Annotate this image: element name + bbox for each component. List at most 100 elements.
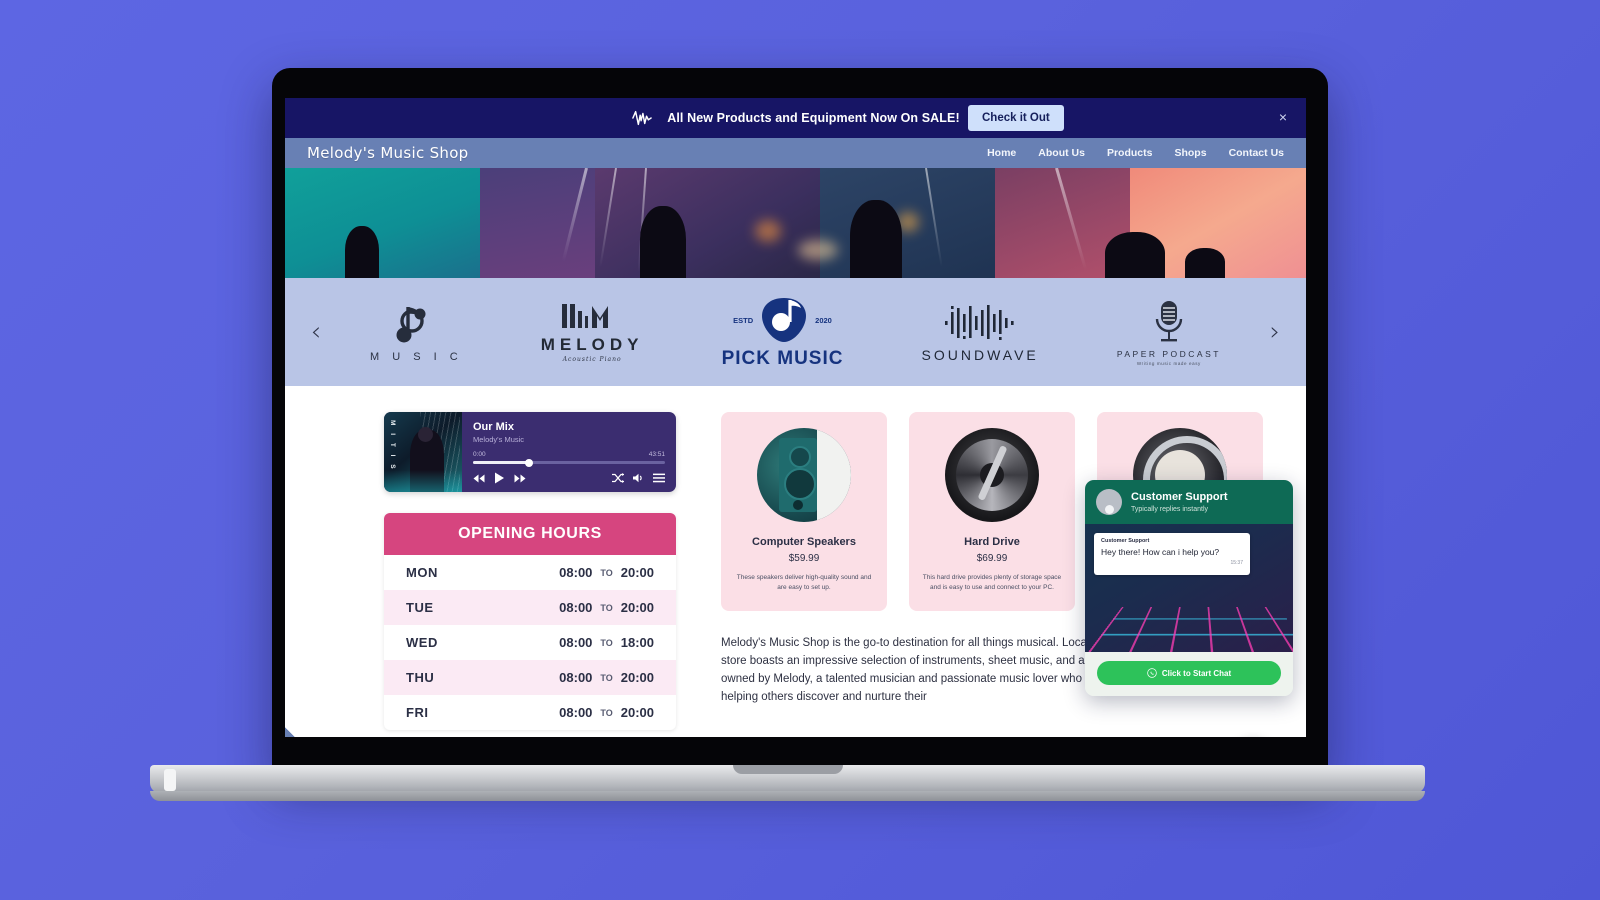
table-row: THU 08:00 TO 20:00 [384,660,676,695]
nav-item-home[interactable]: Home [987,147,1016,159]
soundwave-bars-logo-icon [945,304,1014,340]
site-brand[interactable]: Melody's Music Shop [307,144,469,162]
settings-corner[interactable] [285,727,361,737]
hours-open: 08:00 [559,565,593,580]
chat-message-sender: Customer Support [1101,538,1150,544]
play-icon[interactable] [494,472,505,484]
close-icon[interactable]: × [1274,108,1292,126]
table-row: TUE 08:00 TO 20:00 [384,590,676,625]
computer-speakers-photo [757,428,851,522]
product-description: This hard drive provides plenty of stora… [922,574,1062,592]
nav-item-shops[interactable]: Shops [1174,147,1206,159]
hard-drive-photo [945,428,1039,522]
announcement-bar: All New Products and Equipment Now On SA… [285,98,1306,138]
start-chat-label: Click to Start Chat [1161,668,1232,678]
logo-paper-podcast[interactable]: PAPER PODCAST Writing music made easy [1117,299,1221,366]
table-row: FRI 08:00 TO 20:00 [384,695,676,730]
forward-icon[interactable] [514,474,526,483]
logo-pick-music[interactable]: ESTD 2020 PICK MUSIC [722,294,844,370]
chat-header: Customer Support Typically replies insta… [1085,480,1293,524]
hours-open: 08:00 [559,635,593,650]
player-progress-bar[interactable] [473,458,665,467]
chat-footer: Click to Start Chat [1085,652,1293,696]
table-row: WED 08:00 TO 18:00 [384,625,676,660]
logo-paper-podcast-subcaption: Writing music made easy [1136,360,1201,366]
microphone-logo-icon [1155,300,1183,341]
hours-open: 08:00 [559,670,593,685]
hours-day: MON [406,565,438,580]
logo-melody-subcaption: Acoustic Piano [562,355,622,363]
rewind-icon[interactable] [473,474,485,483]
hours-separator: TO [600,637,613,648]
logo-pick-music-caption: PICK MUSIC [721,348,844,369]
player-progress-handle[interactable] [524,458,533,467]
hours-close: 20:00 [620,565,654,580]
shuffle-icon[interactable] [612,473,624,483]
logo-pick-music-year: 2020 [815,315,832,325]
logo-melody[interactable]: MELODY Acoustic Piano [541,302,644,363]
logo-music-caption: M U S I C [370,351,463,363]
nav-item-contact-us[interactable]: Contact Us [1229,147,1284,159]
laptop-base-edge [164,769,176,791]
hours-separator: TO [600,707,613,718]
table-row: MON 08:00 TO 20:00 [384,555,676,590]
music-player: M I T I S Our Mix Melody's Music 0:00 43… [384,412,676,492]
soundwave-icon [632,110,653,126]
carousel-next-arrow[interactable]: › [1260,315,1290,349]
product-price: $69.99 [976,553,1008,564]
start-chat-button[interactable]: Click to Start Chat [1097,661,1281,685]
player-duration: 43:51 [648,451,665,458]
hours-separator: TO [600,672,613,683]
logo-soundwave-caption: SOUNDWAVE [921,346,1039,363]
left-column: M I T I S Our Mix Melody's Music 0:00 43… [384,412,676,730]
chat-subtitle: Typically replies instantly [1131,506,1209,514]
album-art-text: M I T I S [389,420,396,472]
laptop-base [150,765,1425,801]
product-card[interactable]: Computer Speakers $59.99 These speakers … [721,412,887,612]
chat-message-time: 15:37 [1230,560,1243,566]
laptop-base-notch [732,765,843,774]
player-current-time: 0:00 [473,451,486,458]
hours-close: 20:00 [620,705,654,720]
logo-soundwave[interactable]: SOUNDWAVE [922,302,1039,363]
product-description: These speakers deliver high-quality soun… [736,574,872,592]
product-name: Hard Drive [964,536,1020,548]
nav-item-about-us[interactable]: About Us [1038,147,1085,159]
whatsapp-icon [1147,668,1157,678]
hours-close: 20:00 [620,600,654,615]
playlist-icon[interactable] [653,473,665,483]
browser-viewport: All New Products and Equipment Now On SA… [285,98,1306,737]
player-artist: Melody's Music [473,435,525,444]
chat-title: Customer Support [1131,490,1228,503]
product-card[interactable]: Hard Drive $69.99 This hard drive provid… [909,412,1075,612]
nav-links: Home About Us Products Shops Contact Us [987,147,1284,159]
album-art: M I T I S [384,412,462,492]
hours-close: 20:00 [620,670,654,685]
hours-day: WED [406,635,438,650]
player-track-title: Our Mix [473,421,514,433]
guitar-pick-note-icon [762,298,807,342]
product-name: Computer Speakers [752,536,856,548]
opening-hours-title: OPENING HOURS [384,513,676,555]
logo-paper-podcast-caption: PAPER PODCAST [1116,348,1221,359]
carousel-prev-arrow[interactable]: ‹ [301,315,331,349]
laptop-mockup-scene: All New Products and Equipment Now On SA… [0,0,1600,900]
brand-logo-carousel: ‹ M U S I C MELODY Acoustic Piano ESTD 2… [285,278,1306,386]
hours-close: 18:00 [620,635,654,650]
volume-icon[interactable] [633,473,644,483]
hours-day: THU [406,670,435,685]
piano-keys-m-logo-icon [562,303,609,328]
logo-pick-music-estd: ESTD [733,315,754,325]
hours-day: TUE [406,600,434,615]
hours-separator: TO [600,567,613,578]
announcement-text: All New Products and Equipment Now On SA… [667,111,960,125]
opening-hours-widget: OPENING HOURS MON 08:00 TO 20:00 TUE 08:… [384,513,676,730]
music-note-logo-icon [396,307,426,343]
chat-message-bubble: Customer Support Hey there! How can i he… [1094,533,1250,575]
nav-item-products[interactable]: Products [1107,147,1153,159]
product-price: $59.99 [788,553,820,564]
check-it-out-button[interactable]: Check it Out [968,105,1064,131]
hero-banner-image [285,168,1306,278]
logo-music[interactable]: M U S I C [370,301,463,363]
customer-support-chat-widget: Customer Support Typically replies insta… [1085,480,1293,696]
